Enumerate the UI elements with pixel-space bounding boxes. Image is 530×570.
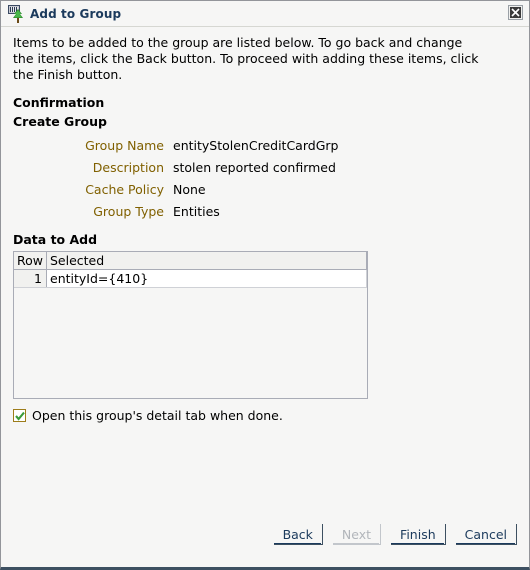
field-value-group-type: Entities bbox=[173, 204, 220, 219]
field-label-cache-policy: Cache Policy bbox=[85, 182, 164, 197]
field-label-description: Description bbox=[92, 160, 164, 175]
open-detail-tab-checkbox[interactable] bbox=[13, 409, 26, 422]
create-group-heading: Create Group bbox=[13, 114, 107, 129]
summary-fields: Group Name entityStolenCreditCardGrp Des… bbox=[13, 138, 517, 219]
field-row: Description stolen reported confirmed bbox=[13, 160, 517, 175]
title-bar: Add to Group bbox=[1, 1, 529, 27]
data-to-add-table: Row Selected 1 entityId={410} bbox=[14, 252, 367, 288]
group-tree-icon bbox=[7, 4, 25, 23]
add-to-group-dialog: Add to Group Items to be added to the gr… bbox=[0, 0, 530, 570]
data-to-add-heading: Data to Add bbox=[13, 232, 98, 247]
table-row[interactable]: 1 entityId={410} bbox=[14, 269, 367, 288]
field-label-group-type: Group Type bbox=[93, 204, 164, 219]
field-label-group-name: Group Name bbox=[85, 138, 164, 153]
dialog-body: Items to be added to the group are liste… bbox=[1, 27, 529, 423]
back-button[interactable]: Back bbox=[273, 524, 323, 545]
cell-selected: entityId={410} bbox=[46, 269, 367, 288]
field-value-description: stolen reported confirmed bbox=[173, 160, 336, 175]
open-detail-tab-label: Open this group's detail tab when done. bbox=[32, 408, 283, 423]
open-detail-tab-checkbox-row[interactable]: Open this group's detail tab when done. bbox=[13, 408, 517, 423]
finish-button[interactable]: Finish bbox=[391, 524, 446, 545]
field-row: Group Name entityStolenCreditCardGrp bbox=[13, 138, 517, 153]
instruction-text: Items to be added to the group are liste… bbox=[13, 35, 479, 82]
check-icon bbox=[14, 411, 25, 421]
window-title: Add to Group bbox=[30, 6, 122, 21]
next-button: Next bbox=[332, 524, 382, 545]
field-row: Cache Policy None bbox=[13, 182, 517, 197]
field-row: Group Type Entities bbox=[13, 204, 517, 219]
confirmation-heading: Confirmation bbox=[13, 95, 105, 110]
field-value-cache-policy: None bbox=[173, 182, 206, 197]
column-header-selected[interactable]: Selected bbox=[46, 252, 367, 270]
table-header-row: Row Selected bbox=[14, 252, 367, 270]
dialog-button-bar: Back Next Finish Cancel bbox=[273, 524, 517, 545]
column-header-row[interactable]: Row bbox=[14, 252, 47, 270]
cancel-button[interactable]: Cancel bbox=[455, 524, 517, 545]
data-to-add-table-container[interactable]: Row Selected 1 entityId={410} bbox=[13, 251, 368, 399]
close-icon[interactable] bbox=[508, 5, 523, 20]
cell-row-number: 1 bbox=[14, 269, 47, 288]
field-value-group-name: entityStolenCreditCardGrp bbox=[173, 138, 339, 153]
